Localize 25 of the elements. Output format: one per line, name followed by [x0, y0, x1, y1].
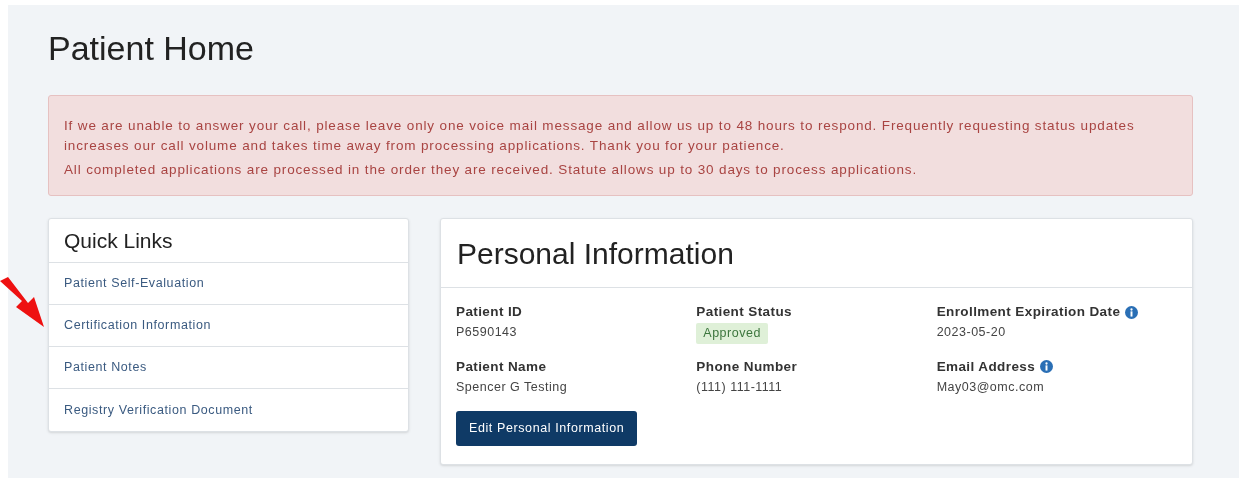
info-icon[interactable]	[1040, 360, 1054, 374]
field-label: Enrollment Expiration Date	[936, 303, 1121, 321]
field-value: 2023-05-20	[936, 324, 1006, 341]
page-title: Patient Home	[48, 28, 255, 69]
alert-text: All completed applications are processed in the order they are received. Statute allows up to 30 days to process applications.	[64, 161, 919, 179]
arrow-icon	[0, 277, 46, 329]
card-title: Quick Links	[49, 219, 408, 263]
field-label: Patient ID	[456, 303, 523, 321]
field-value: (111) 111-1111	[696, 378, 783, 396]
card-title: Personal Information	[441, 219, 1192, 288]
alert-text: If we are unable to answer your call, please leave only one voice mail message and allow us up to 48 hours to respond. Frequently requesting status updates increases our call volume and takes time away from processing applications. Thank you for your patience.	[64, 117, 1136, 155]
quick-link[interactable]: Patient Self-Evaluation	[64, 274, 205, 293]
edit-personal-information-button[interactable]: Edit Personal Information	[456, 410, 638, 446]
field-value: May03@omc.com	[936, 378, 1045, 396]
quick-link[interactable]: Patient Notes	[64, 358, 147, 377]
field-value: P6590143	[456, 324, 517, 341]
field-value: Spencer G Testing	[456, 378, 568, 396]
info-icon[interactable]	[1125, 305, 1139, 319]
quick-link[interactable]: Registry Verification Document	[64, 400, 253, 420]
field-label: Patient Status	[696, 303, 792, 321]
field-label: Patient Name	[456, 357, 547, 376]
quick-link[interactable]: Certification Information	[64, 316, 211, 335]
field-label: Email Address	[936, 357, 1036, 376]
status-badge: Approved	[696, 323, 768, 344]
field-label: Phone Number	[696, 357, 798, 376]
